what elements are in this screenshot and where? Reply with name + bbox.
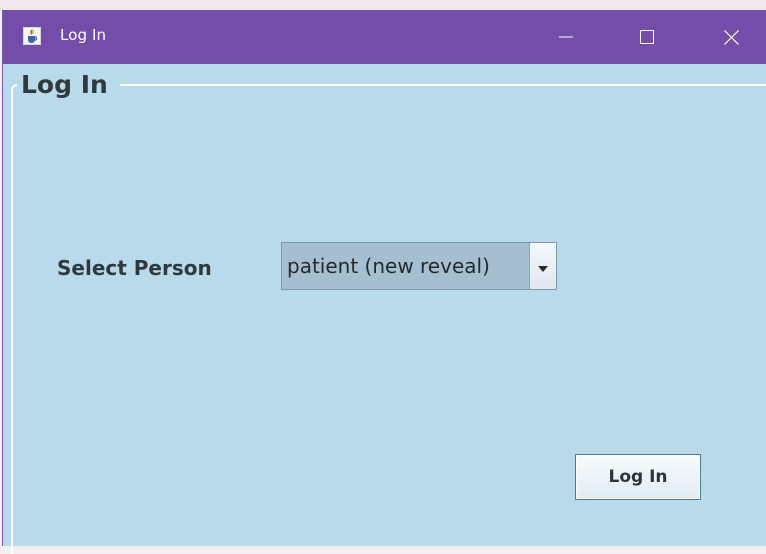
java-cup-icon: [23, 27, 41, 45]
close-icon: [723, 29, 739, 45]
close-button[interactable]: [704, 10, 758, 64]
person-dropdown-value[interactable]: patient (new reveal): [282, 243, 529, 289]
group-title: Log In: [17, 70, 120, 100]
person-dropdown[interactable]: patient (new reveal): [281, 242, 557, 290]
dropdown-arrow-button[interactable]: [529, 243, 556, 289]
desktop-background: [0, 0, 766, 10]
chevron-down-icon: [538, 257, 548, 276]
login-window: Log In Log In Select Person patient (new…: [2, 10, 766, 554]
login-panel: Log In Select Person patient (new reveal…: [3, 64, 766, 554]
minimize-icon: [559, 30, 573, 44]
maximize-icon: [640, 30, 654, 44]
window-title: Log In: [60, 26, 107, 44]
minimize-button[interactable]: [539, 10, 593, 64]
select-person-label: Select Person: [57, 256, 212, 280]
login-button[interactable]: Log In: [575, 454, 701, 500]
title-bar[interactable]: Log In: [3, 10, 766, 64]
maximize-button[interactable]: [620, 10, 674, 64]
